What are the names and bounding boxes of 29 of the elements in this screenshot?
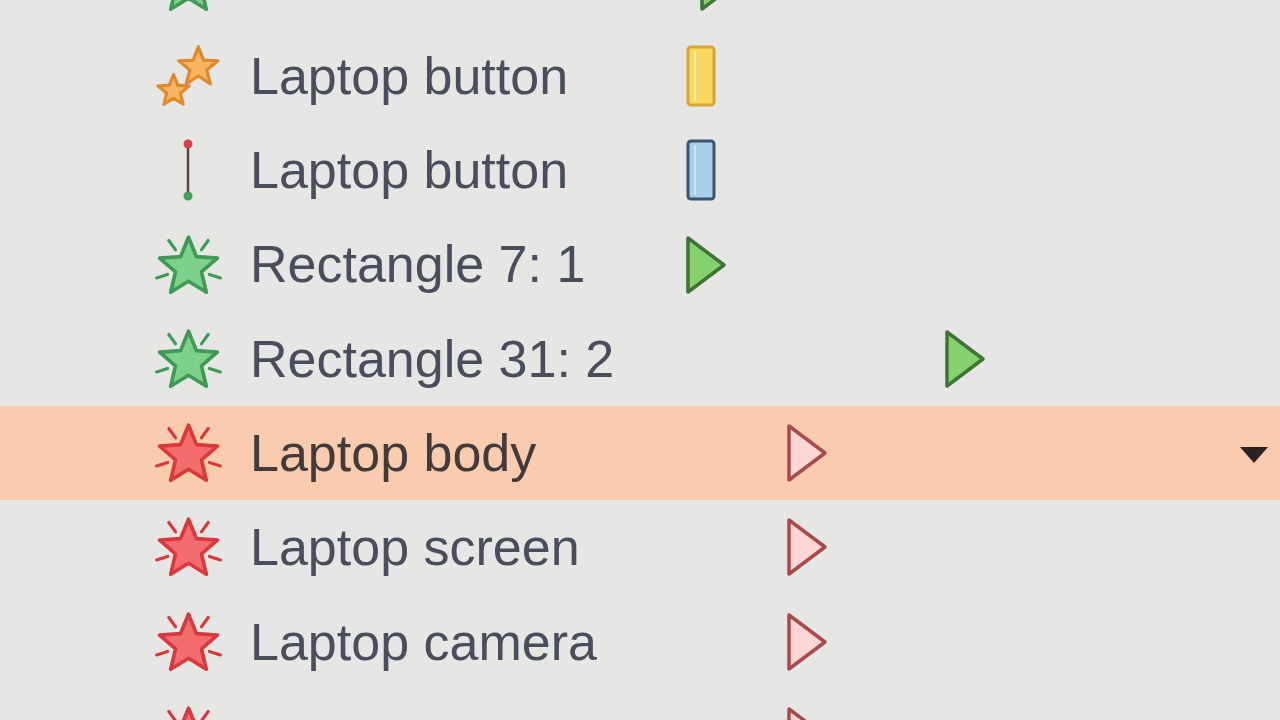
- triangle-marker-icon[interactable]: [684, 233, 729, 296]
- animation-item[interactable]: Laptop button: [0, 123, 1280, 218]
- triangle-marker-icon[interactable]: [785, 610, 830, 673]
- effect-label: Laptop camera: [250, 611, 597, 673]
- effect-label: Rectangle 7: 1: [250, 234, 586, 296]
- star-burst-icon: [154, 611, 222, 672]
- motion-path-icon: [182, 138, 194, 203]
- triangle-marker-icon[interactable]: [785, 516, 830, 579]
- animation-item[interactable]: Laptop button: [0, 28, 1280, 124]
- two-stars-icon: [156, 45, 220, 107]
- effect-label: Laptop button: [250, 45, 569, 107]
- effect-label: Laptop screen: [250, 517, 580, 579]
- triangle-marker-icon[interactable]: [942, 327, 987, 390]
- star-burst-icon: [154, 234, 222, 295]
- animation-item[interactable]: Laptop body: [0, 406, 1280, 501]
- animation-item[interactable]: Laptop screen: [0, 500, 1280, 595]
- caret-icon[interactable]: [1240, 447, 1268, 464]
- star-burst-icon: [154, 423, 222, 484]
- animation-item[interactable]: Rectangle 31: 2: [0, 311, 1280, 406]
- effect-label: Rectangle 31: 2: [250, 328, 615, 390]
- bar-marker-icon[interactable]: [685, 44, 716, 107]
- animation-item[interactable]: Rectangle 7: 1: [0, 217, 1280, 312]
- bar-marker-icon[interactable]: [685, 139, 716, 202]
- effect-label: Laptop button: [250, 140, 569, 202]
- animation-item[interactable]: Laptop camera: [0, 594, 1280, 689]
- star-burst-icon: [154, 517, 222, 578]
- effect-label: Laptop body: [250, 422, 537, 484]
- triangle-marker-icon[interactable]: [785, 422, 830, 485]
- star-burst-icon: [154, 328, 222, 389]
